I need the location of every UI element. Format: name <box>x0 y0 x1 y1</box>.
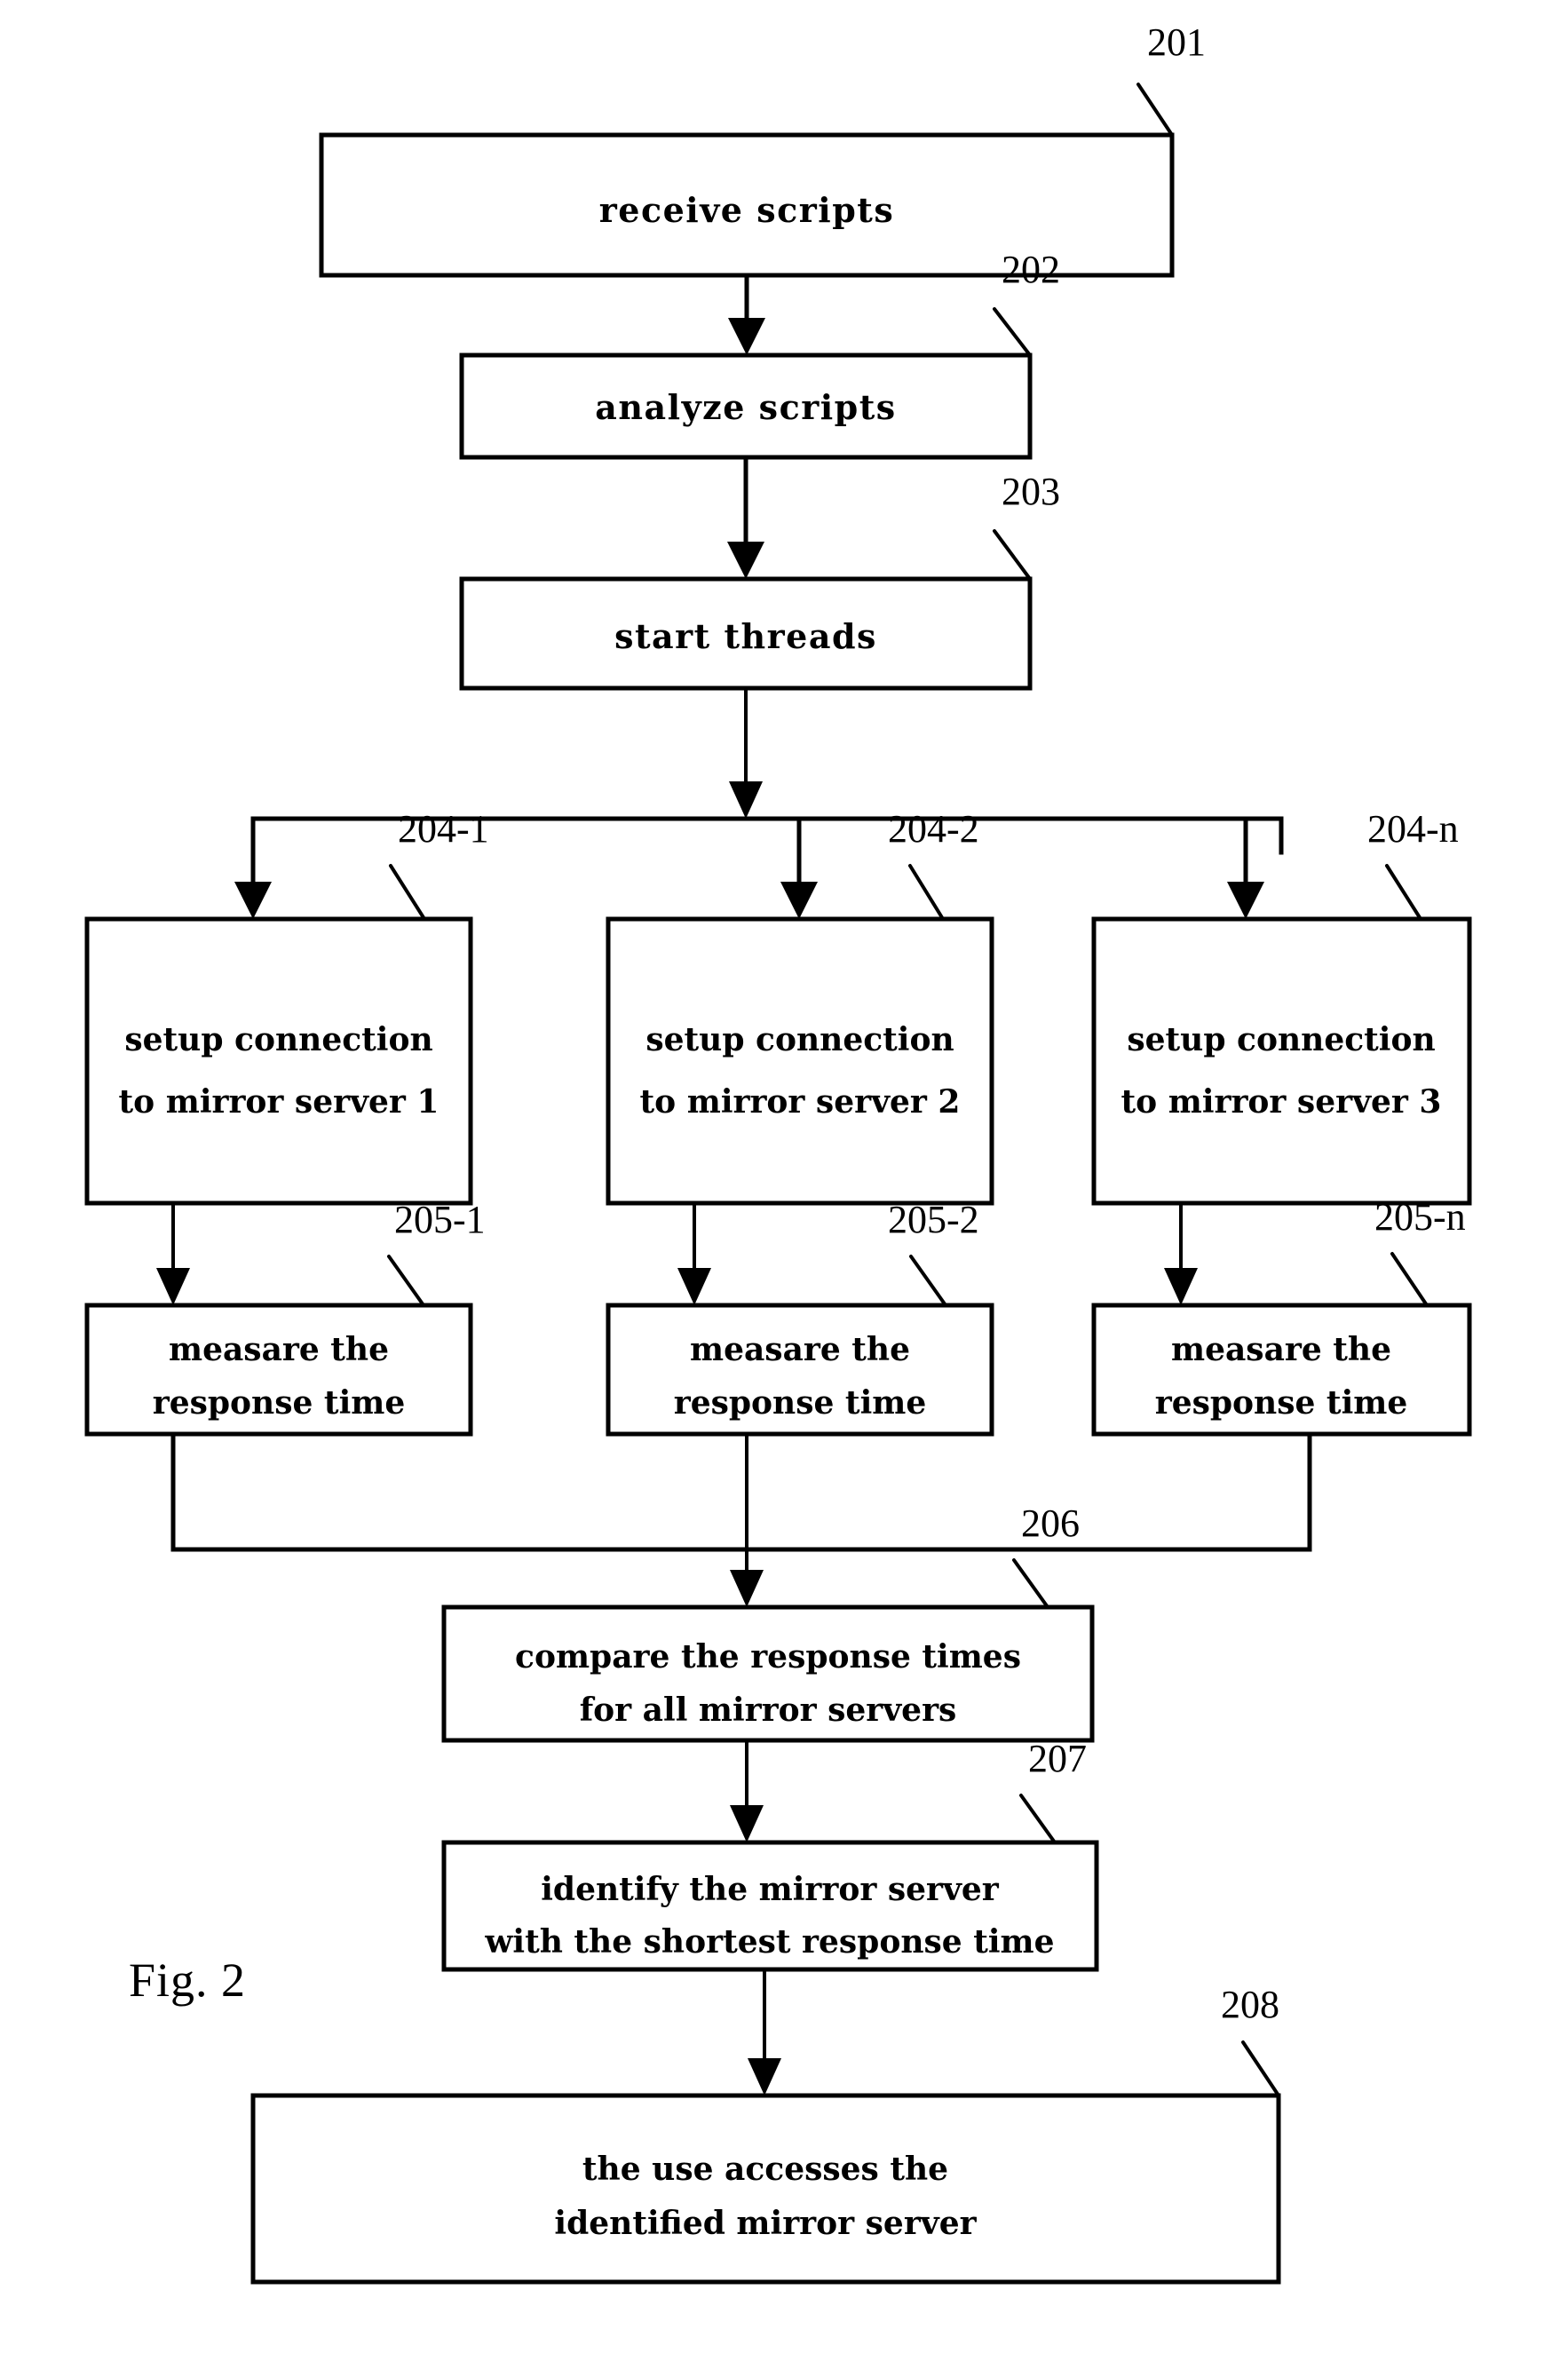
figure-canvas: receive scripts 201 analyze scripts 202 … <box>0 0 1568 2361</box>
node-204-2-label-line1: setup connection <box>645 1021 954 1058</box>
leader-line-207 <box>1019 1794 1057 1844</box>
ref-label-204-n: 204-n <box>1367 807 1459 851</box>
node-203-label: start threads <box>614 616 877 656</box>
node-205-2-label-line1: measare the <box>690 1331 910 1368</box>
ref-label-202: 202 <box>1002 248 1060 291</box>
arrow-204-n-to-205-n <box>1164 1201 1198 1305</box>
arrow-203-to-branch <box>729 686 763 819</box>
node-205-1-label-line2: response time <box>153 1384 406 1422</box>
leader-line-201 <box>1136 83 1174 137</box>
node-206-label-line1: compare the response times <box>515 1638 1021 1676</box>
node-208-label-line1: the use accesses the <box>582 2151 948 2188</box>
node-201-label: receive scripts <box>599 190 894 230</box>
node-204-2: setup connection to mirror server 2 <box>606 916 994 1206</box>
node-208-box <box>250 2093 1281 2285</box>
node-205-2: measare the response time <box>606 1303 994 1437</box>
arrow-201-to-202 <box>728 273 765 355</box>
figure-caption: Fig. 2 <box>129 1953 246 2007</box>
leader-line-202 <box>993 307 1032 357</box>
ref-label-207: 207 <box>1028 1737 1087 1780</box>
arrow-202-to-203 <box>727 455 764 579</box>
node-204-1-box <box>84 916 473 1206</box>
ref-label-203: 203 <box>1002 470 1060 513</box>
ref-label-201: 201 <box>1147 20 1206 64</box>
ref-label-206: 206 <box>1021 1501 1080 1545</box>
flowchart-diagram: receive scripts 201 analyze scripts 202 … <box>84 20 1472 2285</box>
node-202-label: analyze scripts <box>595 387 896 427</box>
leader-line-204-1 <box>389 864 426 921</box>
node-204-1: setup connection to mirror server 1 <box>84 916 473 1206</box>
leader-line-205-n <box>1390 1252 1429 1307</box>
node-207-label-line1: identify the mirror server <box>541 1871 1000 1908</box>
node-204-2-label-line2: to mirror server 2 <box>640 1083 961 1121</box>
node-204-1-label-line1: setup connection <box>124 1021 432 1058</box>
node-204-2-box <box>606 916 994 1206</box>
leader-line-203 <box>993 529 1032 581</box>
arrow-204-1-to-205-1 <box>156 1201 190 1305</box>
node-207-label-line2: with the shortest response time <box>484 1923 1054 1961</box>
node-204-n-label-line2: to mirror server 3 <box>1121 1083 1442 1121</box>
ref-label-204-2: 204-2 <box>888 807 979 851</box>
arrow-206-to-207 <box>730 1739 764 1842</box>
leader-line-206 <box>1012 1558 1049 1609</box>
node-206-label-line2: for all mirror servers <box>580 1692 957 1729</box>
node-202: analyze scripts <box>459 353 1033 460</box>
leader-line-208 <box>1241 2040 1280 2097</box>
ref-label-204-1: 204-1 <box>398 807 489 851</box>
leader-line-205-1 <box>387 1255 425 1307</box>
leader-line-204-2 <box>908 864 945 921</box>
node-203: start threads <box>459 576 1033 691</box>
ref-label-208: 208 <box>1221 1983 1279 2026</box>
node-204-n-label-line1: setup connection <box>1127 1021 1435 1058</box>
node-208: the use accesses the identified mirror s… <box>250 2093 1281 2285</box>
join-bar <box>170 1431 1312 1607</box>
leader-line-204-n <box>1385 864 1422 921</box>
arrow-204-2-to-205-2 <box>677 1201 711 1305</box>
node-205-n-label-line1: measare the <box>1171 1331 1391 1368</box>
node-205-1-label-line1: measare the <box>169 1331 389 1368</box>
node-205-n: measare the response time <box>1091 1303 1472 1437</box>
node-204-n: setup connection to mirror server 3 <box>1091 916 1472 1206</box>
leader-line-205-2 <box>909 1255 947 1307</box>
arrow-207-to-208 <box>748 1968 781 2096</box>
node-207: identify the mirror server with the shor… <box>441 1840 1099 1972</box>
node-205-n-label-line2: response time <box>1155 1384 1408 1422</box>
node-204-1-label-line2: to mirror server 1 <box>119 1083 440 1121</box>
ref-label-205-2: 205-2 <box>888 1198 979 1241</box>
node-206: compare the response times for all mirro… <box>441 1604 1095 1743</box>
node-204-n-box <box>1091 916 1472 1206</box>
ref-label-205-1: 205-1 <box>394 1198 486 1241</box>
ref-label-205-n: 205-n <box>1374 1195 1466 1239</box>
node-208-label-line2: identified mirror server <box>554 2205 977 2242</box>
node-205-2-label-line2: response time <box>674 1384 927 1422</box>
node-205-1: measare the response time <box>84 1303 473 1437</box>
